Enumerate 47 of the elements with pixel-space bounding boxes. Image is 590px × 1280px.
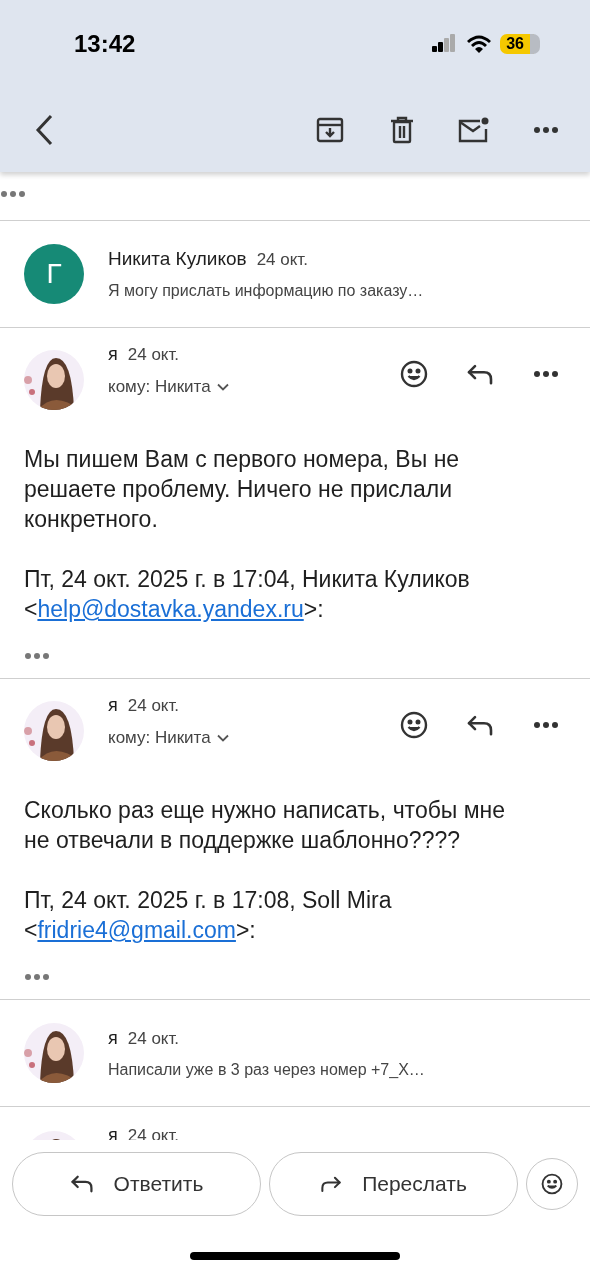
show-quoted-icon xyxy=(24,973,50,981)
message-date: 24 окт. xyxy=(256,250,308,270)
message-body: Мы пишем Вам с первого номера, Вы не решаете проблему. Ничего не прислали конкретного. xyxy=(24,445,461,534)
mail-icon xyxy=(458,117,490,143)
more-icon xyxy=(533,721,559,729)
message-body: Сколько раз еще нужно написать, чтобы мне не отвечали в поддержке шаблонно???? xyxy=(24,796,507,855)
show-quoted-icon xyxy=(24,652,50,660)
message-date: 24 окт. xyxy=(127,696,180,716)
status-time: 13:42 xyxy=(74,30,137,58)
reply-icon xyxy=(466,362,494,386)
message-row[interactable]: Г Никита Куликов 24 окт. Я могу прислать информацию по заказу… xyxy=(0,221,590,328)
recipient-dropdown[interactable]: кому: Никита xyxy=(108,728,229,748)
email-link[interactable]: fridrie4@gmail.com xyxy=(37,917,236,943)
forward-icon xyxy=(320,1175,343,1193)
reply-icon xyxy=(69,1174,94,1194)
message-snippet: Написали уже в 3 раз через номер +7_X… xyxy=(108,1060,425,1079)
email-link[interactable]: help@dostavka.yandex.ru xyxy=(37,596,304,622)
reaction-button[interactable] xyxy=(526,1158,578,1210)
reply-icon xyxy=(466,713,494,737)
trash-icon xyxy=(390,116,414,144)
more-icon xyxy=(533,370,559,378)
sender-name: я xyxy=(108,695,118,716)
wifi-icon xyxy=(466,34,493,54)
back-icon xyxy=(35,114,53,146)
chevron-down-icon xyxy=(216,383,229,391)
message-date: 24 окт. xyxy=(127,1028,180,1049)
emoji-icon xyxy=(400,360,428,388)
recipient-dropdown[interactable]: кому: Никита xyxy=(108,377,229,397)
signal-icon xyxy=(432,34,457,54)
chevron-down-icon xyxy=(216,734,229,742)
archive-icon xyxy=(316,116,344,144)
emoji-icon xyxy=(541,1173,563,1195)
more-icon xyxy=(533,126,559,134)
forward-button[interactable]: Переслать xyxy=(269,1152,518,1216)
battery-indicator: 36 xyxy=(500,34,540,54)
emoji-icon xyxy=(400,711,428,739)
sender-name: я xyxy=(108,1027,118,1049)
message-snippet: Я могу прислать информацию по заказу… xyxy=(108,282,424,300)
quote-header: Пт, 24 окт. 2025 г. в 17:08, Soll Mira <fridrie4@gmail.com>: xyxy=(24,886,393,945)
reply-button[interactable]: Ответить xyxy=(12,1152,261,1216)
show-quoted-icon xyxy=(0,190,26,198)
message-row[interactable]: я 24 окт. Написали уже в 3 раз через номер +7_X… xyxy=(0,1000,590,1107)
sender-name: я xyxy=(108,344,118,365)
avatar: Г xyxy=(24,244,84,304)
quote-header: Пт, 24 окт. 2025 г. в 17:04, Никита Куликов <help@dostavka.yandex.ru>: xyxy=(24,565,471,624)
sender-name: Никита Куликов xyxy=(108,248,247,270)
message-date: 24 окт. xyxy=(127,345,180,365)
